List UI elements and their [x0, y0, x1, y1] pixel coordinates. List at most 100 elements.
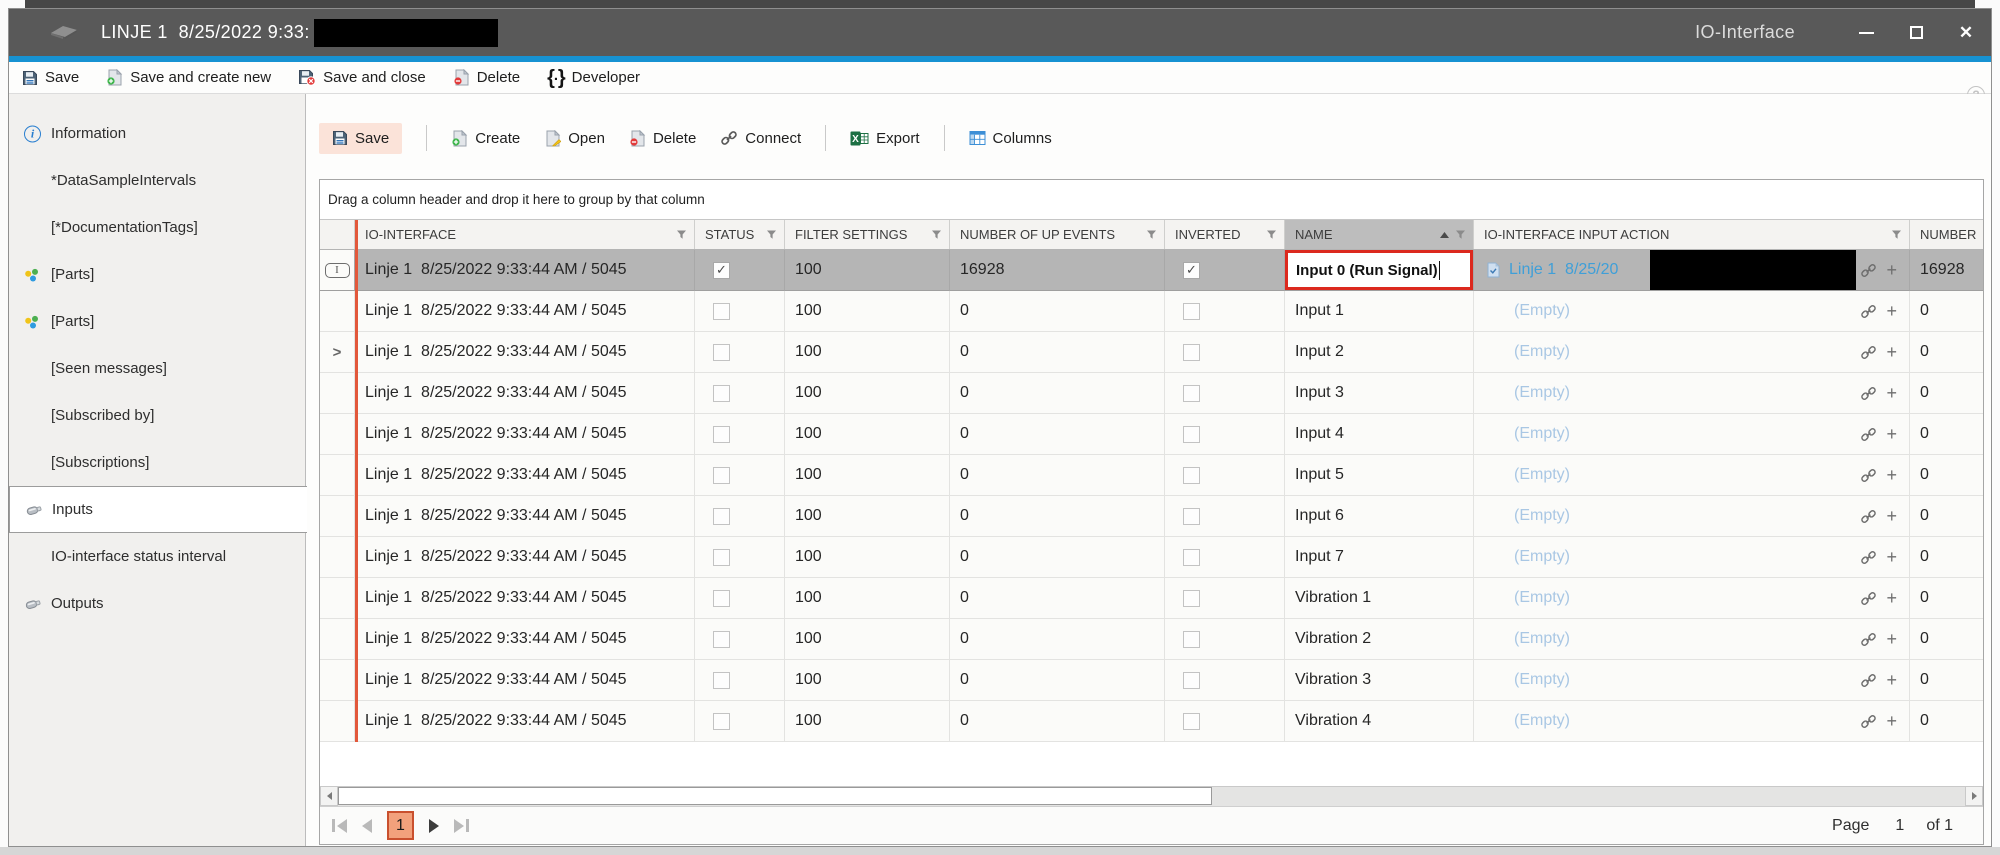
cell-filter-settings[interactable]: 100	[785, 332, 950, 373]
column-header-status[interactable]: STATUS	[695, 220, 785, 249]
action-empty[interactable]: (Empty)	[1514, 630, 1570, 648]
cell-number-of[interactable]: 0	[1910, 496, 1983, 537]
cell-io-interface[interactable]: Linje 1 8/25/2022 9:33:44 AM / 5045	[355, 619, 695, 660]
add-icon[interactable]: +	[1886, 507, 1897, 525]
row-header-cell[interactable]	[320, 701, 355, 742]
add-icon[interactable]: +	[1886, 589, 1897, 607]
connect-link-icon[interactable]	[1860, 344, 1877, 361]
toolbar-developer-button[interactable]: {·}Developer	[547, 68, 640, 88]
column-header-inverted[interactable]: INVERTED	[1165, 220, 1285, 249]
column-header-filter-settings[interactable]: FILTER SETTINGS	[785, 220, 950, 249]
name-edit-cell[interactable]: Input 0 (Run Signal)	[1285, 250, 1473, 290]
cell-number-of[interactable]: 0	[1910, 537, 1983, 578]
inverted-checkbox[interactable]	[1183, 631, 1200, 648]
cell-filter-settings[interactable]: 100	[785, 496, 950, 537]
cell-filter-settings[interactable]: 100	[785, 537, 950, 578]
cell-filter-settings[interactable]: 100	[785, 373, 950, 414]
cell-name[interactable]: Input 2	[1285, 332, 1474, 373]
scroll-right-button[interactable]	[1965, 787, 1983, 806]
add-icon[interactable]: +	[1886, 548, 1897, 566]
table-row[interactable]: Linje 1 8/25/2022 9:33:44 AM / 5045 100 …	[320, 578, 1983, 619]
cell-up-events[interactable]: 16928	[950, 250, 1165, 291]
table-row[interactable]: Linje 1 8/25/2022 9:33:44 AM / 5045 100 …	[320, 414, 1983, 455]
cell-io-interface[interactable]: Linje 1 8/25/2022 9:33:44 AM / 5045	[355, 373, 695, 414]
status-checkbox[interactable]	[713, 467, 730, 484]
table-row[interactable]: Linje 1 8/25/2022 9:33:44 AM / 5045 100 …	[320, 660, 1983, 701]
cell-io-interface[interactable]: Linje 1 8/25/2022 9:33:44 AM / 5045	[355, 701, 695, 742]
cell-up-events[interactable]: 0	[950, 537, 1165, 578]
filter-icon[interactable]	[766, 229, 777, 240]
connect-link-icon[interactable]	[1860, 672, 1877, 689]
table-row[interactable]: I Linje 1 8/25/2022 9:33:44 AM / 5045 10…	[320, 250, 1983, 291]
previous-page-button[interactable]	[362, 819, 372, 833]
row-header-cell[interactable]	[320, 660, 355, 701]
column-header-name[interactable]: NAME	[1285, 220, 1474, 249]
status-checkbox[interactable]	[713, 590, 730, 607]
cell-up-events[interactable]: 0	[950, 578, 1165, 619]
cell-number-of[interactable]: 0	[1910, 619, 1983, 660]
inverted-checkbox[interactable]	[1183, 262, 1200, 279]
cell-name[interactable]: Input 1	[1285, 291, 1474, 332]
status-checkbox[interactable]	[713, 549, 730, 566]
cell-filter-settings[interactable]: 100	[785, 619, 950, 660]
table-row[interactable]: Linje 1 8/25/2022 9:33:44 AM / 5045 100 …	[320, 455, 1983, 496]
add-icon[interactable]: +	[1886, 261, 1897, 279]
connect-link-icon[interactable]	[1860, 467, 1877, 484]
cell-name[interactable]: Vibration 3	[1285, 660, 1474, 701]
current-page[interactable]: 1	[387, 811, 414, 840]
cell-name[interactable]: Vibration 1	[1285, 578, 1474, 619]
cell-up-events[interactable]: 0	[950, 455, 1165, 496]
cell-number-of[interactable]: 0	[1910, 414, 1983, 455]
status-checkbox[interactable]	[713, 344, 730, 361]
inverted-checkbox[interactable]	[1183, 672, 1200, 689]
sidebar-item-datasampleintervals[interactable]: *DataSampleIntervals	[9, 157, 305, 204]
row-header-cell[interactable]	[320, 578, 355, 619]
cell-number-of[interactable]: 0	[1910, 578, 1983, 619]
table-row[interactable]: Linje 1 8/25/2022 9:33:44 AM / 5045 100 …	[320, 619, 1983, 660]
row-header-cell[interactable]: I	[320, 250, 355, 291]
cell-number-of[interactable]: 0	[1910, 660, 1983, 701]
last-page-button[interactable]	[454, 819, 469, 833]
cell-filter-settings[interactable]: 100	[785, 578, 950, 619]
action-link[interactable]: Linje 1 8/25/20	[1509, 261, 1618, 279]
filter-icon[interactable]	[1891, 229, 1902, 240]
grid-toolbar-columns-button[interactable]: Columns	[969, 130, 1052, 147]
cell-name[interactable]: Vibration 4	[1285, 701, 1474, 742]
column-header-io-interface[interactable]: IO-INTERFACE	[355, 220, 695, 249]
close-button[interactable]: ✕	[1941, 9, 1991, 56]
action-empty[interactable]: (Empty)	[1514, 425, 1570, 443]
toolbar-save-button[interactable]: Save	[22, 69, 79, 86]
cell-up-events[interactable]: 0	[950, 332, 1165, 373]
sidebar-item-documentationtags[interactable]: [*DocumentationTags]	[9, 204, 305, 251]
row-header-cell[interactable]	[320, 291, 355, 332]
table-row[interactable]: Linje 1 8/25/2022 9:33:44 AM / 5045 100 …	[320, 537, 1983, 578]
status-checkbox[interactable]	[713, 713, 730, 730]
sidebar-item-inputs[interactable]: Inputs	[9, 486, 307, 533]
add-icon[interactable]: +	[1886, 302, 1897, 320]
action-empty[interactable]: (Empty)	[1514, 548, 1570, 566]
cell-number-of[interactable]: 0	[1910, 291, 1983, 332]
inverted-checkbox[interactable]	[1183, 426, 1200, 443]
minimize-button[interactable]	[1841, 9, 1891, 56]
first-page-button[interactable]	[332, 819, 347, 833]
action-empty[interactable]: (Empty)	[1514, 466, 1570, 484]
cell-up-events[interactable]: 0	[950, 373, 1165, 414]
group-by-bar[interactable]: Drag a column header and drop it here to…	[320, 180, 1983, 220]
scrollbar-track[interactable]	[338, 787, 1965, 806]
sidebar-item-outputs[interactable]: Outputs	[9, 580, 305, 627]
sidebar-item-io-interface-status-interval[interactable]: IO-interface status interval	[9, 533, 305, 580]
filter-icon[interactable]	[676, 229, 687, 240]
status-checkbox[interactable]	[713, 508, 730, 525]
grid-toolbar-delete-button[interactable]: Delete	[629, 130, 696, 147]
row-header-cell[interactable]: >	[320, 332, 355, 373]
action-empty[interactable]: (Empty)	[1514, 343, 1570, 361]
sidebar-item-subscriptions[interactable]: [Subscriptions]	[9, 439, 305, 486]
cell-up-events[interactable]: 0	[950, 414, 1165, 455]
row-header-cell[interactable]	[320, 537, 355, 578]
table-row[interactable]: > Linje 1 8/25/2022 9:33:44 AM / 5045 10…	[320, 332, 1983, 373]
row-header-cell[interactable]	[320, 619, 355, 660]
table-row[interactable]: Linje 1 8/25/2022 9:33:44 AM / 5045 100 …	[320, 291, 1983, 332]
cell-io-interface[interactable]: Linje 1 8/25/2022 9:33:44 AM / 5045	[355, 496, 695, 537]
sidebar-item-parts[interactable]: [Parts]	[9, 298, 305, 345]
sidebar-item-parts[interactable]: [Parts]	[9, 251, 305, 298]
